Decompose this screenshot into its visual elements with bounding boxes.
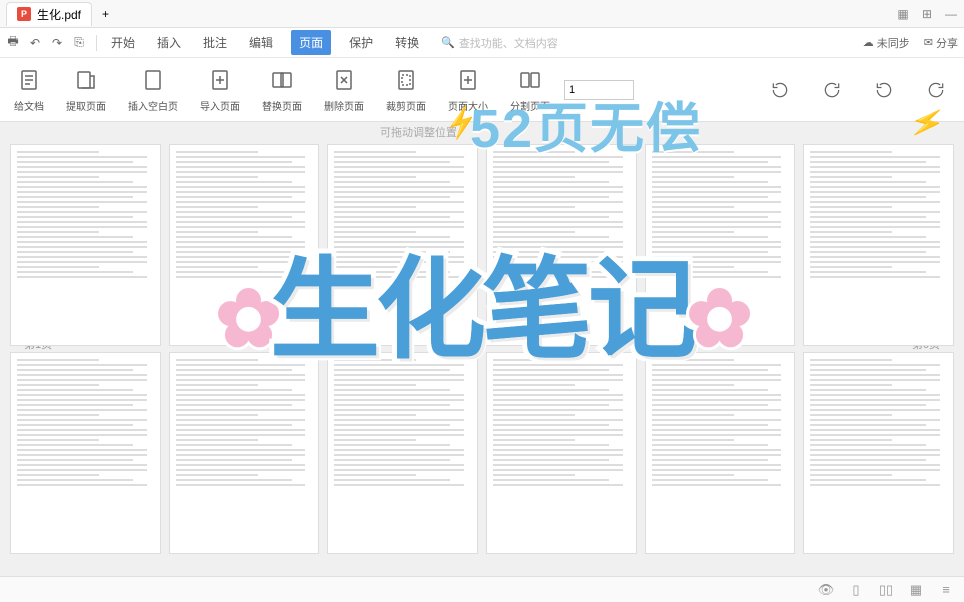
apps-icon[interactable]: ⊞ xyxy=(920,7,934,21)
page-thumbnail[interactable] xyxy=(803,144,954,346)
overlay-title: ✿生化笔记✿ xyxy=(223,220,741,380)
rotate-all-right[interactable] xyxy=(914,74,958,106)
page-thumbnail[interactable] xyxy=(645,352,796,554)
tool-replace[interactable]: 替换页面 xyxy=(254,64,310,115)
eye-icon[interactable]: 👁 xyxy=(818,582,834,598)
minimize-icon[interactable]: — xyxy=(944,7,958,21)
search-box[interactable]: 🔍 查找功能、文档内容 xyxy=(441,35,558,51)
menu-convert[interactable]: 转换 xyxy=(391,30,423,55)
tool-extract[interactable]: 提取页面 xyxy=(58,64,114,115)
page-thumbnail[interactable] xyxy=(327,352,478,554)
view-grid-icon[interactable]: ▦ xyxy=(908,582,924,598)
list-icon[interactable]: ≡ xyxy=(938,582,954,598)
tool-blank[interactable]: 插入空白页 xyxy=(120,64,186,115)
rotate-all-left[interactable] xyxy=(862,74,906,106)
print-icon[interactable]: 🖶 xyxy=(6,36,20,50)
menu-start[interactable]: 开始 xyxy=(107,30,139,55)
rotate-left[interactable] xyxy=(758,74,802,106)
tool-delete[interactable]: 删除页面 xyxy=(316,64,372,115)
menu-edit[interactable]: 编辑 xyxy=(245,30,277,55)
page-thumbnail[interactable] xyxy=(10,352,161,554)
menu-protect[interactable]: 保护 xyxy=(345,30,377,55)
undo-icon[interactable]: ↶ xyxy=(28,36,42,50)
menu-page[interactable]: 页面 xyxy=(291,30,331,55)
statusbar: 👁 ▯ ▯▯ ▦ ≡ xyxy=(0,576,964,602)
search-placeholder: 查找功能、文档内容 xyxy=(459,35,558,51)
new-tab-button[interactable]: + xyxy=(92,4,119,24)
document-tab[interactable]: P 生化.pdf xyxy=(6,2,92,26)
tool-import[interactable]: 导入页面 xyxy=(192,64,248,115)
flower-right: ✿ xyxy=(686,272,749,365)
share-button[interactable]: ✉ 分享 xyxy=(924,35,958,51)
page-thumbnail[interactable] xyxy=(169,352,320,554)
menubar: 🖶 ↶ ↷ ⎘ 开始 插入 批注 编辑 页面 保护 转换 🔍 查找功能、文档内容… xyxy=(0,28,964,58)
titlebar: P 生化.pdf + ▦ ⊞ — xyxy=(0,0,964,28)
flower-left: ✿ xyxy=(215,272,278,365)
grid-icon[interactable]: ▦ xyxy=(896,7,910,21)
sync-status[interactable]: ☁ 未同步 xyxy=(863,35,910,51)
window-controls: ▦ ⊞ — xyxy=(896,7,958,21)
overlay-subtitle: 52页无偿 xyxy=(470,84,702,163)
view-single-icon[interactable]: ▯ xyxy=(848,582,864,598)
copy-icon[interactable]: ⎘ xyxy=(72,36,86,50)
tab-title: 生化.pdf xyxy=(37,6,81,23)
page-thumbnail[interactable] xyxy=(803,352,954,554)
tool-doc[interactable]: 给文档 xyxy=(6,64,52,115)
tool-crop[interactable]: 裁剪页面 xyxy=(378,64,434,115)
redo-icon[interactable]: ↷ xyxy=(50,36,64,50)
pdf-icon: P xyxy=(17,7,31,21)
menu-items: 开始 插入 批注 编辑 页面 保护 转换 xyxy=(107,30,423,55)
page-thumbnail[interactable] xyxy=(10,144,161,346)
menu-annotate[interactable]: 批注 xyxy=(199,30,231,55)
rotate-right[interactable] xyxy=(810,74,854,106)
menu-insert[interactable]: 插入 xyxy=(153,30,185,55)
separator xyxy=(96,35,97,51)
page-thumbnail[interactable] xyxy=(486,352,637,554)
view-dual-icon[interactable]: ▯▯ xyxy=(878,582,894,598)
search-icon: 🔍 xyxy=(441,36,455,49)
